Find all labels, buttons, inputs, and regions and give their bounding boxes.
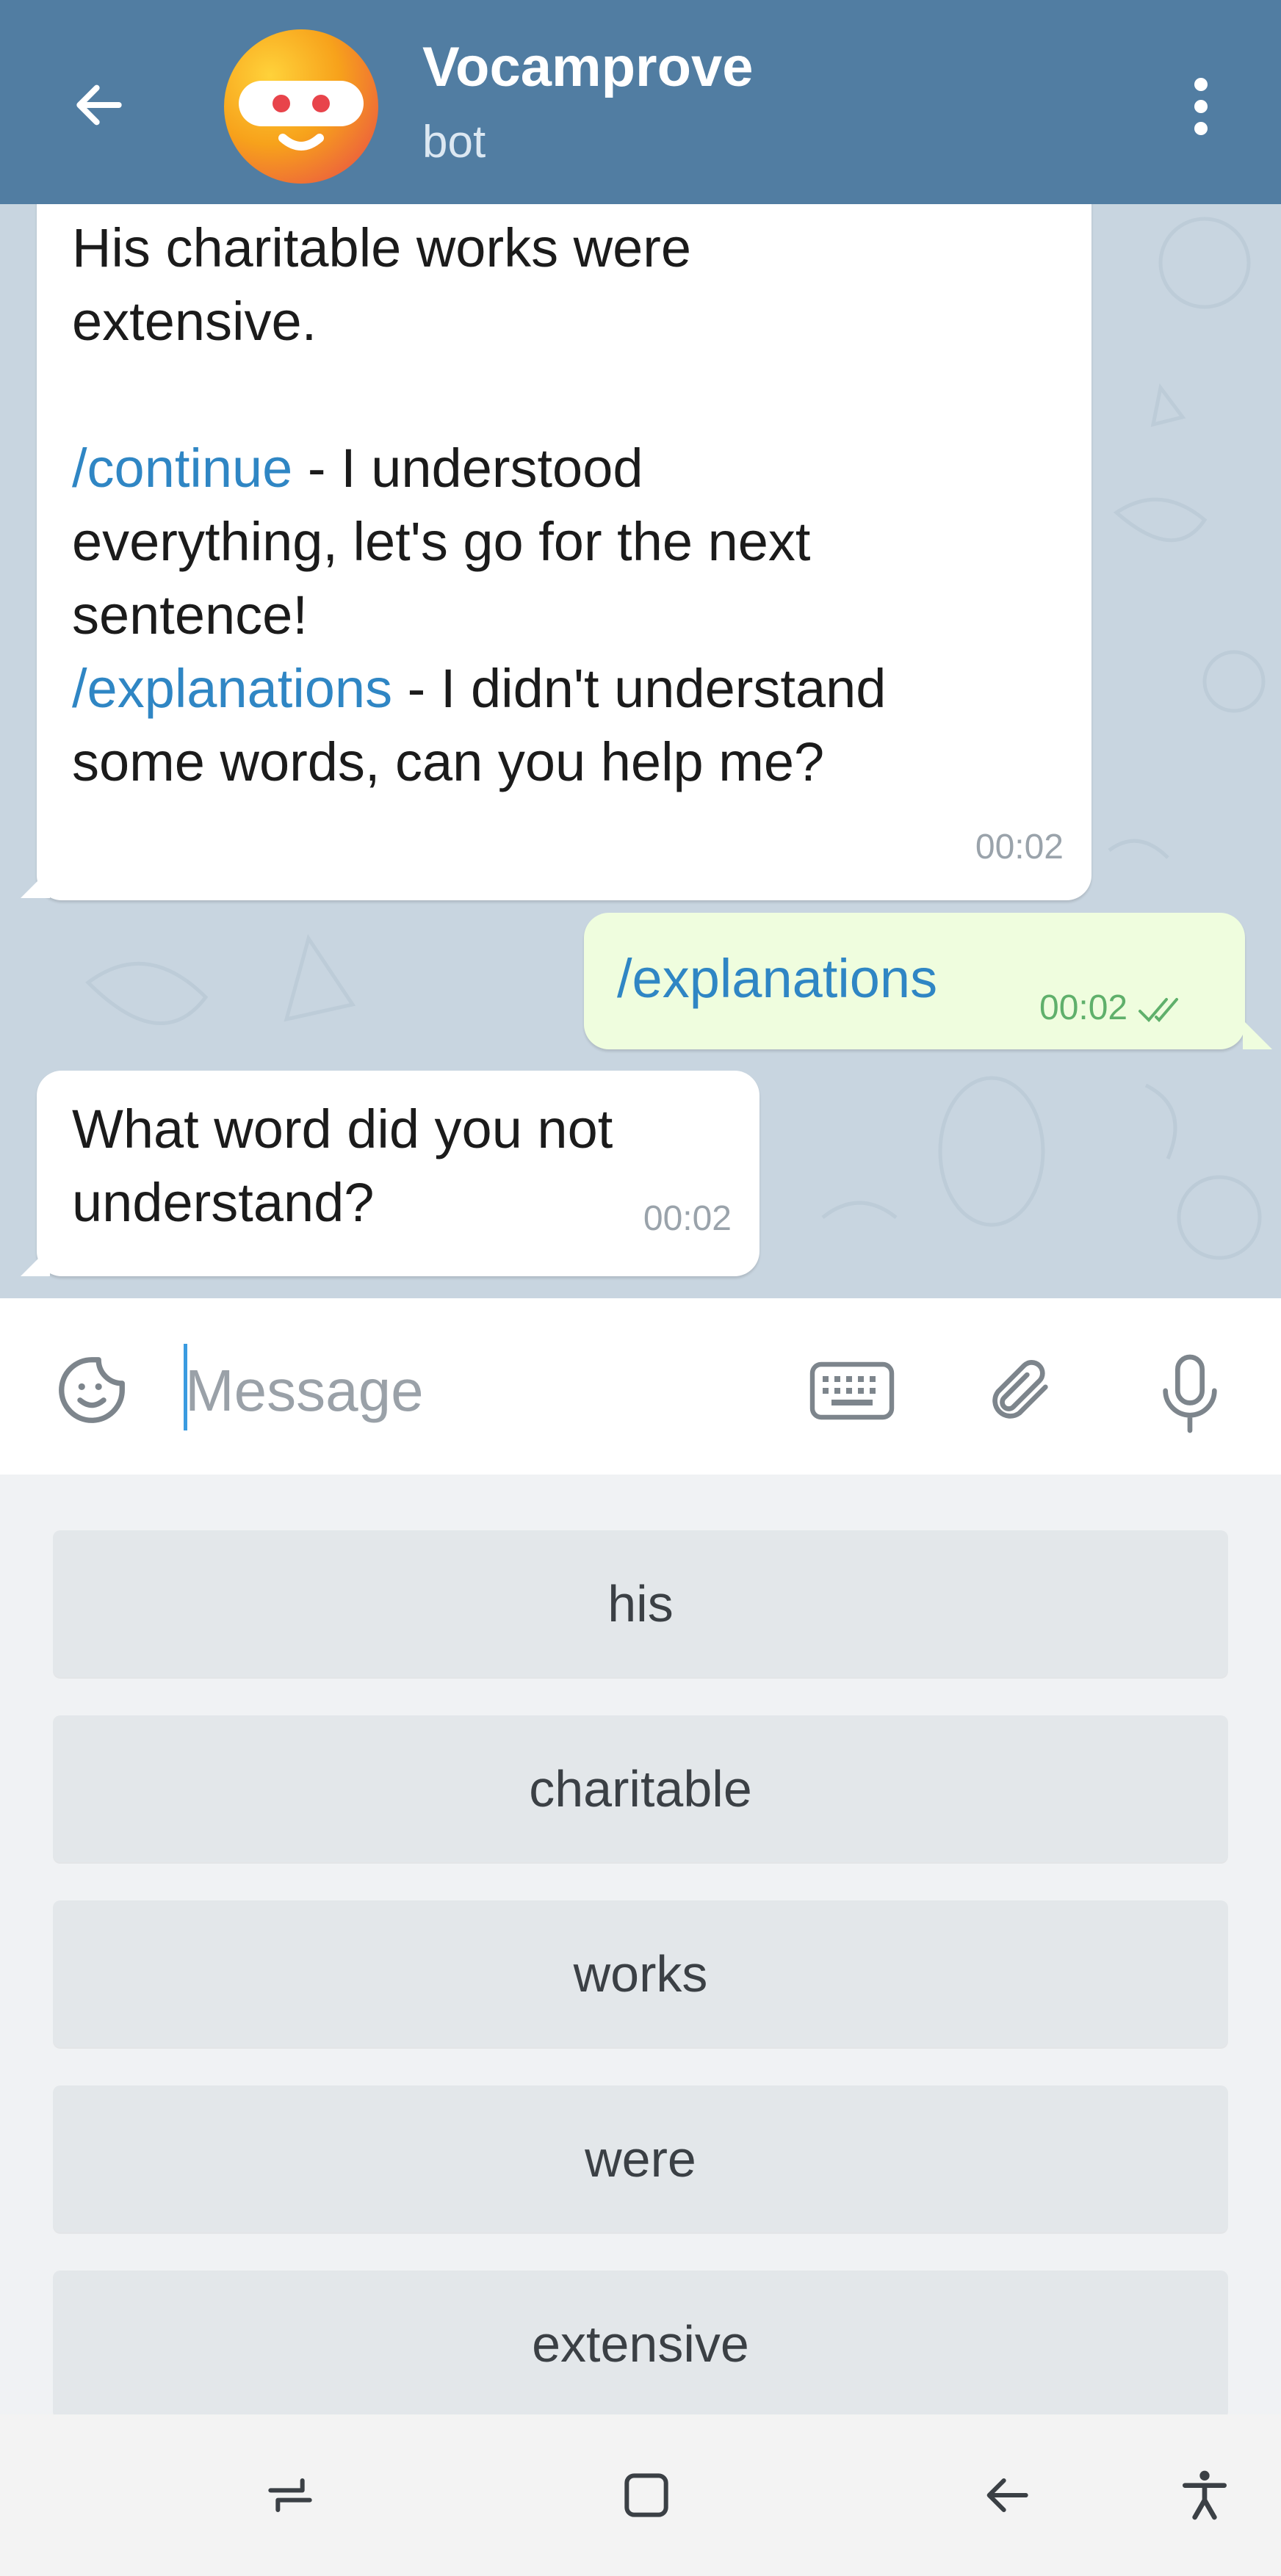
command-description: sentence! — [72, 585, 308, 645]
keyboard-icon — [809, 1361, 895, 1420]
emoji-button[interactable] — [51, 1350, 132, 1430]
message-time: 00:02 — [1039, 972, 1188, 1045]
message-time-text: 00:02 — [1039, 988, 1128, 1027]
recent-apps-icon — [268, 2478, 312, 2512]
bot-reply-keyboard: his charitable works were extensive — [0, 1475, 1281, 2417]
message-time: 00:02 — [975, 828, 1064, 866]
message-line: His charitable works were — [72, 217, 692, 278]
attach-button[interactable] — [981, 1350, 1061, 1430]
back-button[interactable] — [59, 65, 140, 145]
reply-button-were[interactable]: were — [53, 2085, 1228, 2232]
command-description: everything, let's go for the next — [72, 511, 811, 572]
more-menu-button[interactable] — [1168, 66, 1234, 147]
reply-button-his[interactable]: his — [53, 1530, 1228, 1677]
chat-subtitle: bot — [422, 117, 486, 167]
system-back-button[interactable] — [955, 2444, 1058, 2547]
more-vertical-icon — [1194, 78, 1208, 135]
system-navigation-bar — [0, 2414, 1281, 2576]
command-description: - I didn't understand — [392, 658, 887, 719]
message-text: His charitable works were extensive. /co… — [72, 211, 1093, 799]
message-line: What word did you not — [72, 1099, 613, 1159]
message-time: 00:02 — [643, 1199, 732, 1238]
message-bubble-incoming[interactable]: What word did you not understand? 00:02 — [37, 1071, 759, 1276]
message-input[interactable] — [184, 1350, 774, 1432]
message-text: What word did you not understand? — [72, 1093, 704, 1240]
command-link-explanations[interactable]: /explanations — [72, 658, 392, 719]
accessibility-button[interactable] — [1153, 2444, 1256, 2547]
message-bubble-outgoing[interactable]: /explanations 00:02 — [584, 913, 1245, 1049]
message-composer — [0, 1298, 1281, 1475]
keyboard-toggle-button[interactable] — [808, 1354, 896, 1428]
chat-title[interactable]: Vocamprove — [422, 35, 754, 99]
paperclip-icon — [992, 1360, 1048, 1419]
reply-button-works[interactable]: works — [53, 1900, 1228, 2047]
accessibility-icon — [1183, 2470, 1227, 2520]
message-bubble-incoming[interactable]: His charitable works were extensive. /co… — [37, 204, 1091, 900]
arrow-left-icon — [76, 84, 122, 126]
double-check-icon — [1139, 998, 1179, 1023]
voice-record-button[interactable] — [1150, 1350, 1230, 1438]
chat-header: Vocamprove bot — [0, 0, 1281, 204]
robot-face-icon — [239, 81, 364, 151]
sticker-emoji-icon — [59, 1357, 125, 1423]
message-line: extensive. — [72, 291, 317, 352]
command-description: some words, can you help me? — [72, 731, 825, 792]
system-back-icon — [986, 2478, 1028, 2512]
reply-button-charitable[interactable]: charitable — [53, 1715, 1228, 1862]
home-button[interactable] — [595, 2444, 698, 2547]
reply-button-extensive[interactable]: extensive — [53, 2271, 1228, 2417]
chat-messages-area[interactable]: His charitable works were extensive. /co… — [0, 204, 1281, 1298]
recent-apps-button[interactable] — [239, 2444, 342, 2547]
command-link-continue[interactable]: /continue — [72, 438, 292, 499]
message-line: understand? — [72, 1172, 375, 1233]
message-text: /explanations — [617, 948, 938, 1009]
bot-avatar[interactable] — [224, 29, 378, 184]
command-description: - I understood — [292, 438, 643, 499]
microphone-icon — [1163, 1354, 1217, 1433]
home-icon — [624, 2473, 668, 2517]
